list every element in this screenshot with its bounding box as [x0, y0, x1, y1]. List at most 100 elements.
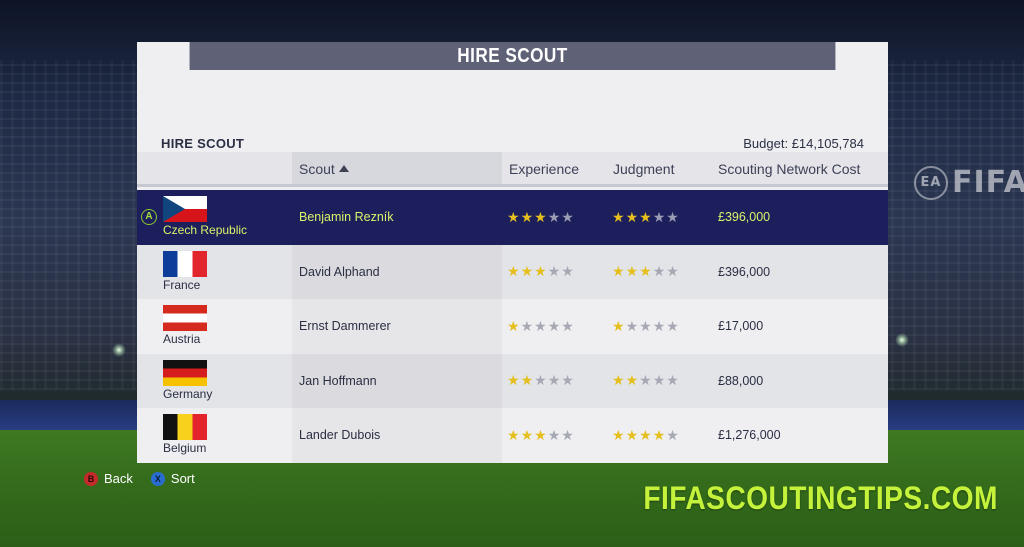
table-row[interactable]: Austria Ernst Dammerer ★ ★ ★ ★ ★ ★ ★ ★ ★ ★ £17,000 — [137, 299, 888, 354]
country-flag — [163, 305, 207, 331]
column-header-scout[interactable]: Scout — [292, 152, 502, 187]
page-title: HIRE SCOUT — [189, 42, 836, 70]
experience-rating: ★ ★ ★ ★ ★ — [507, 299, 575, 354]
a-button-icon: A — [141, 209, 157, 225]
scout-cost: £88,000 — [718, 373, 764, 388]
star-empty-icon: ★ — [666, 426, 680, 443]
scout-country: France — [163, 277, 201, 292]
table-row[interactable]: Belgium Lander Dubois ★ ★ ★ ★ ★ ★ ★ ★ ★ ★ £1,276,000 — [137, 408, 888, 463]
star-empty-icon: ★ — [666, 317, 680, 334]
experience-rating: ★ ★ ★ ★ ★ — [507, 245, 575, 300]
scout-name: David Alphand — [299, 264, 380, 279]
country-flag — [163, 414, 207, 440]
table-row[interactable]: A Czech Republic Benjamin Rezník ★ ★ ★ ★ ★ ★ ★ ★ ★ ★… — [137, 190, 888, 245]
star-filled-icon: ★ — [639, 208, 653, 225]
star-empty-icon: ★ — [547, 208, 562, 225]
scout-name: Benjamin Rezník — [299, 210, 394, 225]
star-filled-icon: ★ — [534, 426, 548, 443]
star-empty-icon: ★ — [639, 317, 653, 334]
star-empty-icon: ★ — [666, 208, 680, 225]
star-filled-icon: ★ — [625, 263, 640, 280]
star-filled-icon: ★ — [507, 208, 521, 225]
star-filled-icon: ★ — [652, 426, 667, 443]
star-filled-icon: ★ — [507, 426, 521, 443]
star-filled-icon: ★ — [534, 208, 548, 225]
star-filled-icon: ★ — [612, 317, 626, 334]
ea-logo-icon: EA — [914, 166, 948, 200]
star-empty-icon: ★ — [666, 263, 680, 280]
star-empty-icon: ★ — [666, 372, 680, 389]
star-filled-icon: ★ — [520, 426, 535, 443]
star-empty-icon: ★ — [534, 317, 548, 334]
section-label: HIRE SCOUT — [161, 136, 245, 151]
x-button-icon: X — [150, 471, 165, 486]
scout-name: Ernst Dammerer — [299, 319, 391, 334]
star-filled-icon: ★ — [625, 208, 640, 225]
star-empty-icon: ★ — [639, 372, 653, 389]
column-header-experience[interactable]: Experience — [509, 152, 579, 187]
star-empty-icon: ★ — [561, 263, 575, 280]
column-header-judgment[interactable]: Judgment — [613, 152, 674, 187]
scout-name: Jan Hoffmann — [299, 373, 377, 388]
country-flag — [163, 250, 207, 277]
star-filled-icon: ★ — [507, 263, 521, 280]
table-header: Scout Experience Judgment Scouting Netwo… — [137, 152, 888, 187]
star-empty-icon: ★ — [625, 317, 640, 334]
star-filled-icon: ★ — [612, 263, 626, 280]
star-empty-icon: ★ — [520, 317, 535, 334]
fifa-logo-text: FIFA — [952, 165, 1024, 200]
controller-hints: B Back X Sort — [84, 471, 203, 486]
star-filled-icon: ★ — [612, 426, 626, 443]
star-filled-icon: ★ — [625, 426, 640, 443]
country-flag — [163, 196, 207, 222]
section-header: HIRE SCOUT Budget: £14,105,784 — [137, 134, 888, 154]
column-header-cost[interactable]: Scouting Network Cost — [718, 152, 860, 187]
star-empty-icon: ★ — [561, 426, 575, 443]
star-empty-icon: ★ — [561, 208, 575, 225]
back-label: Back — [104, 471, 133, 486]
star-empty-icon: ★ — [547, 263, 562, 280]
star-empty-icon: ★ — [547, 426, 562, 443]
star-filled-icon: ★ — [639, 426, 653, 443]
judgment-rating: ★ ★ ★ ★ ★ — [612, 190, 680, 245]
scout-country: Belgium — [163, 441, 207, 455]
table-row[interactable]: Germany Jan Hoffmann ★ ★ ★ ★ ★ ★ ★ ★ ★ ★ £88,000 — [137, 353, 888, 409]
flag-icon — [163, 359, 207, 386]
scout-country: Austria — [163, 332, 201, 346]
stadium-light — [112, 343, 126, 357]
flag-icon — [163, 414, 207, 440]
scout-name: Lander Dubois — [299, 428, 381, 443]
star-filled-icon: ★ — [534, 263, 548, 280]
judgment-rating: ★ ★ ★ ★ ★ — [612, 354, 680, 409]
hire-scout-panel: HIRE SCOUT HIRE SCOUT Budget: £14,105,78… — [137, 42, 888, 463]
header-divider — [137, 184, 888, 187]
back-control[interactable]: B Back — [84, 471, 133, 486]
star-empty-icon: ★ — [652, 372, 667, 389]
star-empty-icon: ★ — [652, 208, 667, 225]
judgment-rating: ★ ★ ★ ★ ★ — [612, 408, 680, 463]
sort-control[interactable]: X Sort — [150, 471, 195, 486]
star-filled-icon: ★ — [520, 208, 535, 225]
star-filled-icon: ★ — [520, 372, 535, 389]
flag-icon — [163, 250, 207, 277]
experience-rating: ★ ★ ★ ★ ★ — [507, 190, 575, 245]
scout-country: Czech Republic — [163, 223, 248, 237]
experience-rating: ★ ★ ★ ★ ★ — [507, 354, 575, 409]
scout-cost: £17,000 — [718, 319, 764, 334]
country-flag — [163, 359, 207, 386]
scout-list: A Czech Republic Benjamin Rezník ★ ★ ★ ★ ★ ★ ★ ★ ★ ★… — [137, 190, 888, 463]
judgment-rating: ★ ★ ★ ★ ★ — [612, 245, 680, 300]
scout-cost: £396,000 — [718, 264, 771, 279]
star-empty-icon: ★ — [652, 317, 667, 334]
star-empty-icon: ★ — [534, 372, 548, 389]
star-empty-icon: ★ — [547, 317, 562, 334]
flag-icon — [163, 305, 207, 331]
sort-label: Sort — [170, 471, 195, 486]
star-filled-icon: ★ — [612, 372, 626, 389]
star-filled-icon: ★ — [612, 208, 626, 225]
star-filled-icon: ★ — [507, 372, 521, 389]
stadium-light — [895, 333, 909, 347]
table-row[interactable]: France David Alphand ★ ★ ★ ★ ★ ★ ★ ★ ★ ★ £396,000 — [137, 244, 888, 300]
fifa-logo: EA FIFA — [912, 163, 1024, 203]
sort-ascending-icon — [338, 165, 349, 172]
